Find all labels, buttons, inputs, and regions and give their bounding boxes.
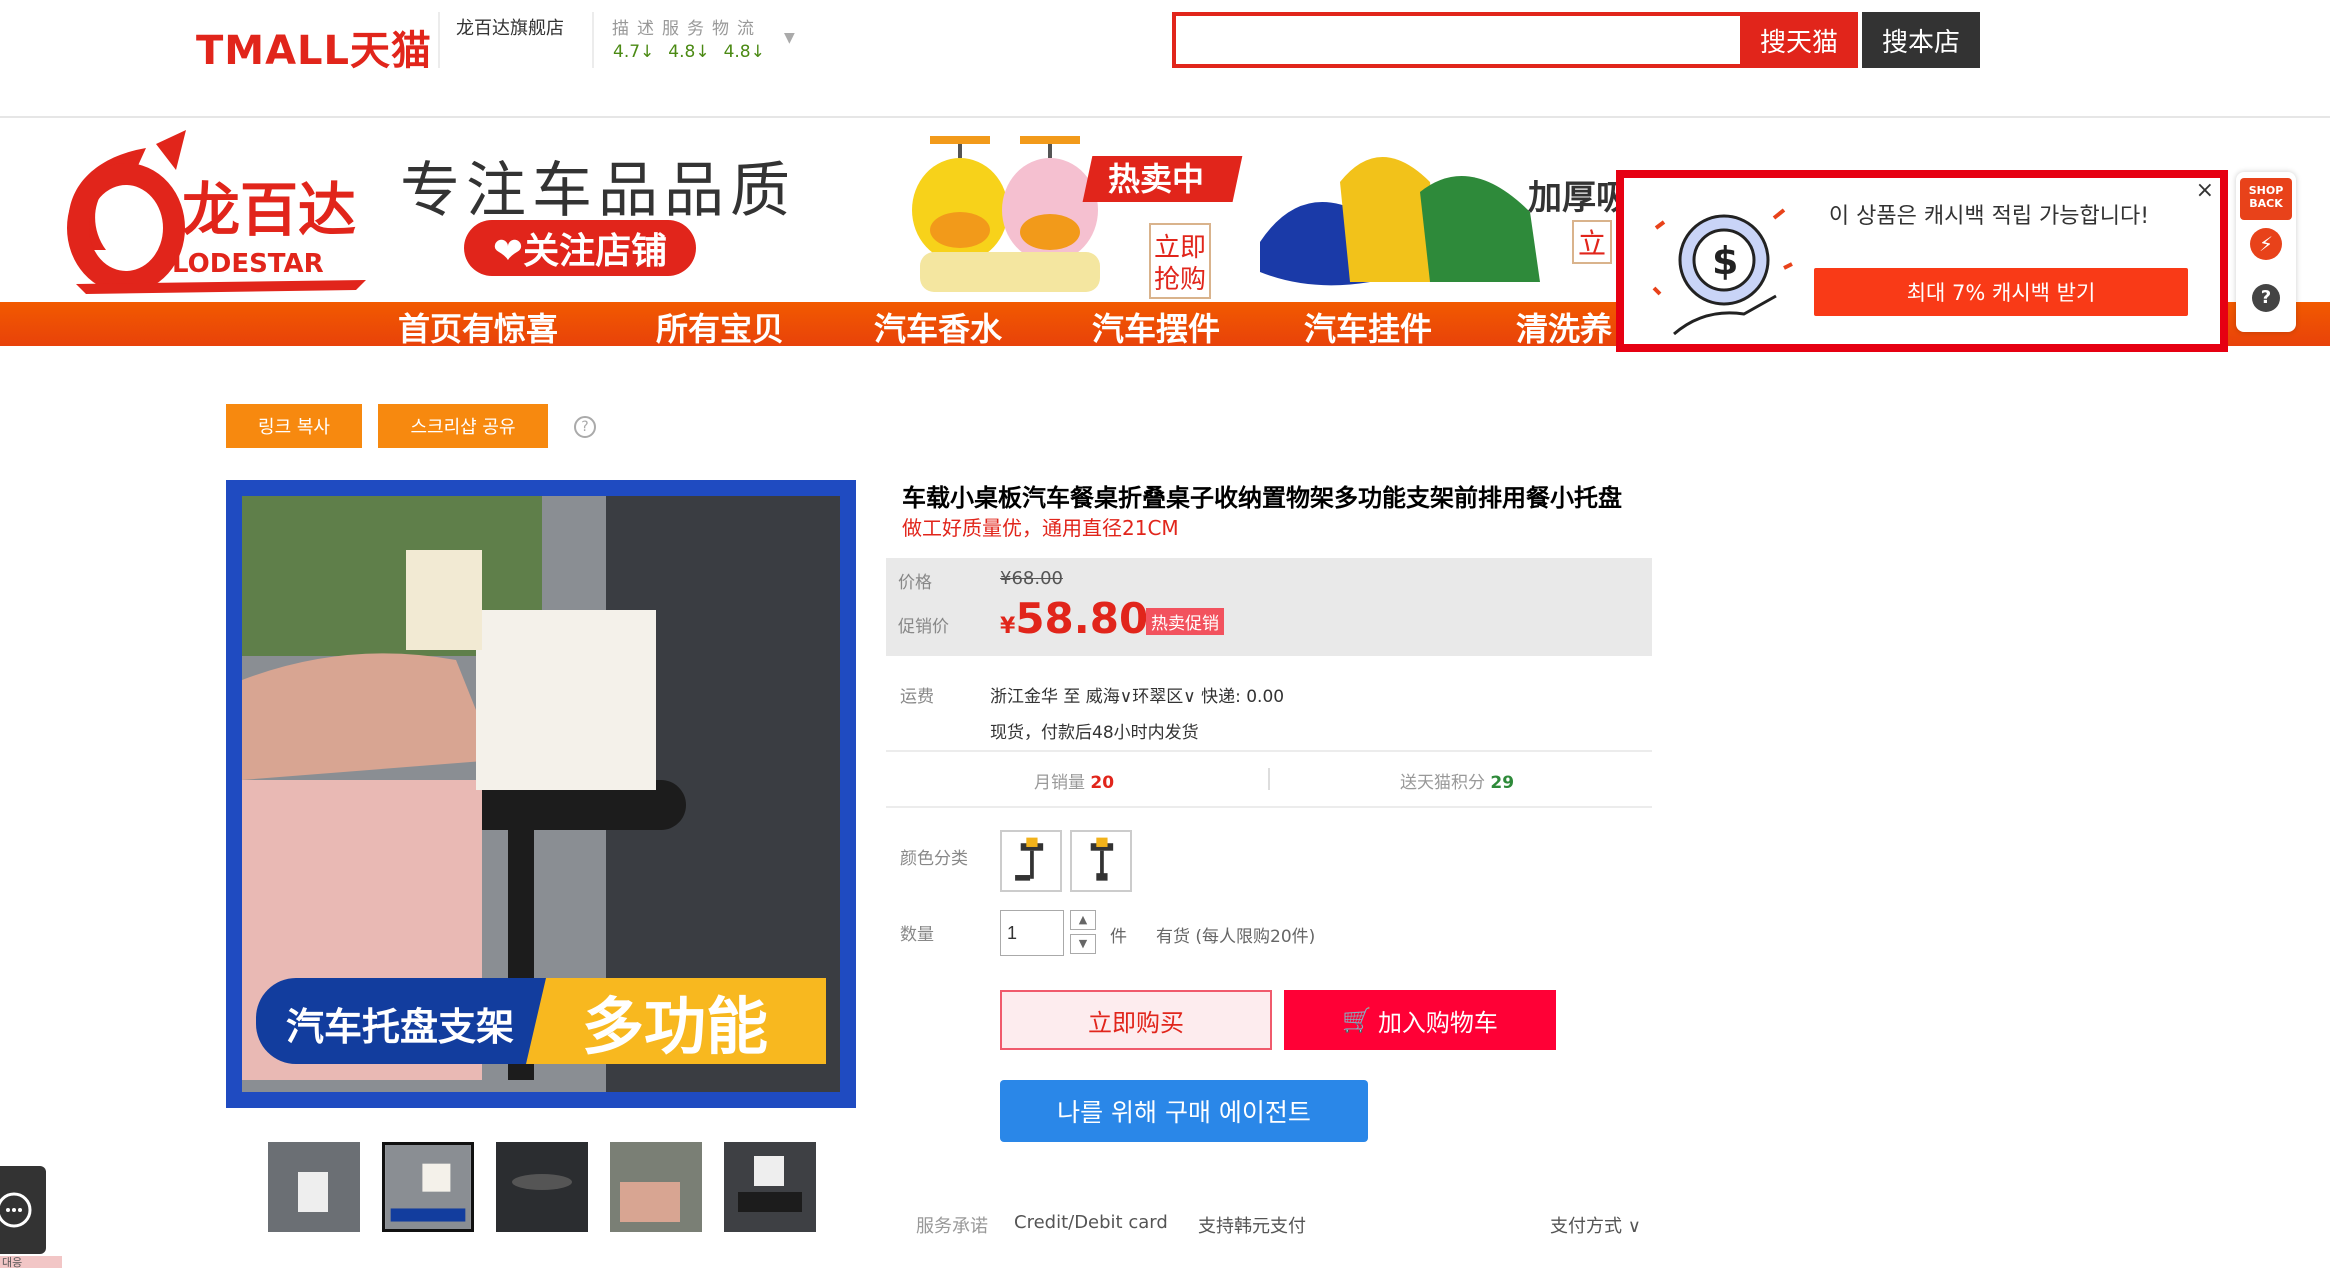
color-option-2[interactable] bbox=[1070, 830, 1132, 892]
coin-hand-icon: $ bbox=[1652, 208, 1793, 336]
brand-logo[interactable]: 龙百达 LODESTAR bbox=[36, 130, 376, 296]
rating-service: 4.8↓ bbox=[668, 42, 710, 62]
quantity-label: 数量 bbox=[900, 925, 934, 945]
add-to-cart-label: 加入购物车 bbox=[1377, 1008, 1498, 1037]
shopback-sidebar: SHOP BACK ⚡ ? bbox=[2236, 172, 2296, 332]
shipping-note: 现货，付款后48小时内发货 bbox=[990, 723, 1199, 743]
product-title: 车载小桌板汽车餐桌折叠桌子收纳置物架多功能支架前排用餐小托盘 bbox=[902, 484, 1622, 512]
tmall-points: 送天猫积分 29 bbox=[1400, 768, 1514, 793]
payment-method-dropdown[interactable]: 支付方式 ∨ bbox=[1550, 1212, 1641, 1238]
price-label: 价格 bbox=[898, 573, 932, 593]
add-to-cart-button[interactable]: 🛒 加入购物车 bbox=[1284, 990, 1556, 1050]
rating-labels: 描述服务物流 bbox=[612, 19, 762, 39]
purchase-agent-button[interactable]: 나를 위해 구매 에이전트 bbox=[1000, 1080, 1368, 1142]
image-caption-left: 汽车托盘支架 bbox=[286, 1005, 514, 1049]
brand-name-en: LODESTAR bbox=[172, 249, 324, 279]
quantity-increase-button[interactable]: ▲ bbox=[1070, 910, 1096, 930]
thumbnail-5[interactable] bbox=[724, 1142, 816, 1232]
divider bbox=[886, 750, 1652, 752]
quantity-input[interactable] bbox=[1000, 910, 1064, 956]
promo-duck-image[interactable]: 热卖中 立即 抢购 bbox=[900, 120, 1280, 300]
quantity-unit: 件 bbox=[1110, 927, 1127, 947]
promo-price: ¥58.80 bbox=[1000, 594, 1148, 643]
bolt-icon[interactable]: ⚡ bbox=[2250, 228, 2282, 260]
close-icon[interactable]: × bbox=[2196, 178, 2214, 203]
nav-item-perfume[interactable]: 汽车香水 bbox=[874, 304, 1002, 350]
service-label: 服务承诺 bbox=[916, 1216, 988, 1237]
scrap-share-button[interactable]: 스크리샵 공유 bbox=[378, 404, 548, 448]
monthly-sales-value: 20 bbox=[1090, 773, 1115, 793]
copy-link-button[interactable]: 링크 복사 bbox=[226, 404, 362, 448]
shipping-route[interactable]: 浙江金华 至 威海∨环翠区∨ 快递: 0.00 bbox=[990, 682, 1284, 707]
buy-now-button[interactable]: 立即购买 bbox=[1000, 990, 1272, 1050]
tmall-points-value: 29 bbox=[1490, 773, 1515, 793]
shipping-label: 运费 bbox=[900, 687, 934, 707]
banner-side-text: 加厚吸 bbox=[1528, 178, 1630, 218]
main-product-image[interactable]: 汽车托盘支架 多功能 bbox=[226, 480, 856, 1108]
nav-item-home[interactable]: 首页有惊喜 bbox=[398, 304, 558, 350]
service-card: Credit/Debit card bbox=[1014, 1212, 1168, 1233]
cashback-message: 이 상품은 캐시백 적립 가능합니다! bbox=[1828, 204, 2150, 229]
product-subtitle: 做工好质量优，通用直径21CM bbox=[902, 516, 1179, 540]
cart-icon: 🛒 bbox=[1342, 1006, 1372, 1034]
service-krw: 支持韩元支付 bbox=[1198, 1216, 1306, 1237]
product-photo: 汽车托盘支架 多功能 bbox=[242, 496, 840, 1092]
divider bbox=[1268, 768, 1270, 790]
tmall-points-label: 送天猫积分 bbox=[1400, 773, 1485, 793]
promo-stamp-1: 立即 bbox=[1154, 233, 1206, 263]
header-divider bbox=[592, 12, 594, 68]
tmall-logo[interactable]: TMALL天猫 bbox=[196, 18, 432, 76]
original-price: ¥68.00 bbox=[1000, 568, 1063, 589]
cashback-popup: $ × 이 상품은 캐시백 적립 가능합니다! 최대 7% 캐시백 받기 bbox=[1616, 170, 2228, 352]
color-label: 颜色分类 bbox=[900, 849, 968, 869]
stock-status: 有货 (每人限购20件) bbox=[1156, 927, 1316, 947]
help-icon[interactable]: ? bbox=[574, 416, 596, 438]
brand-name: 龙百达 bbox=[182, 176, 356, 244]
promo-price-value: 58.80 bbox=[1015, 594, 1149, 643]
promo-stamp-2: 抢购 bbox=[1154, 265, 1206, 295]
rating-description: 4.7↓ bbox=[613, 42, 655, 62]
rating-logistics: 4.8↓ bbox=[723, 42, 765, 62]
nav-item-hanging[interactable]: 汽车挂件 bbox=[1304, 304, 1432, 350]
image-caption-right: 多功能 bbox=[582, 990, 768, 1063]
chevron-down-icon[interactable]: ▼ bbox=[784, 30, 795, 46]
top-header: TMALL天猫 龙百达旗舰店 描述服务物流 4.7↓ 4.8↓ 4.8↓ ▼ 搜天猫… bbox=[0, 0, 2330, 118]
promo-tag: 热卖中 bbox=[1108, 160, 1204, 198]
header-divider bbox=[438, 12, 440, 68]
monthly-sales-label: 月销量 bbox=[1034, 773, 1085, 793]
svg-text:$: $ bbox=[1712, 239, 1738, 283]
search-tmall-button[interactable]: 搜天猫 bbox=[1740, 12, 1858, 68]
thumbnail-3[interactable] bbox=[496, 1142, 588, 1232]
nav-item-all[interactable]: 所有宝贝 bbox=[656, 304, 784, 350]
nav-item-ornament[interactable]: 汽车摆件 bbox=[1092, 304, 1220, 350]
divider bbox=[886, 806, 1652, 808]
price-panel: 价格 ¥68.00 促销价 ¥58.80 热卖促销 bbox=[886, 558, 1652, 656]
cashback-button[interactable]: 최대 7% 캐시백 받기 bbox=[1814, 268, 2188, 316]
chat-widget[interactable] bbox=[0, 1166, 46, 1254]
help-icon[interactable]: ? bbox=[2252, 284, 2280, 312]
color-option-1[interactable] bbox=[1000, 830, 1062, 892]
search-shop-button[interactable]: 搜本店 bbox=[1862, 12, 1980, 68]
rating-values: 4.7↓ 4.8↓ 4.8↓ bbox=[613, 42, 779, 62]
follow-shop-button[interactable]: ❤关注店铺 bbox=[464, 220, 696, 276]
shopback-logo[interactable]: SHOP BACK bbox=[2240, 178, 2292, 220]
chat-bubble-icon bbox=[0, 1192, 32, 1228]
shop-name[interactable]: 龙百达旗舰店 bbox=[456, 14, 564, 40]
chat-label: 대응 bbox=[0, 1256, 62, 1268]
thumbnail-2[interactable] bbox=[382, 1142, 474, 1232]
quantity-decrease-button[interactable]: ▼ bbox=[1070, 934, 1096, 954]
towel-product-image[interactable] bbox=[1260, 142, 1550, 302]
nav-item-cleaning[interactable]: 清洗养 bbox=[1516, 304, 1612, 350]
currency-symbol: ¥ bbox=[1000, 614, 1016, 639]
monthly-sales: 月销量 20 bbox=[1034, 768, 1114, 793]
hot-sale-badge: 热卖促销 bbox=[1146, 608, 1224, 635]
thumbnail-4[interactable] bbox=[610, 1142, 702, 1232]
promo-price-label: 促销价 bbox=[898, 617, 949, 637]
thumbnail-1[interactable] bbox=[268, 1142, 360, 1232]
banner-side-badge: 立 bbox=[1572, 220, 1612, 264]
brand-slogan: 专注车品品质 bbox=[400, 156, 796, 226]
